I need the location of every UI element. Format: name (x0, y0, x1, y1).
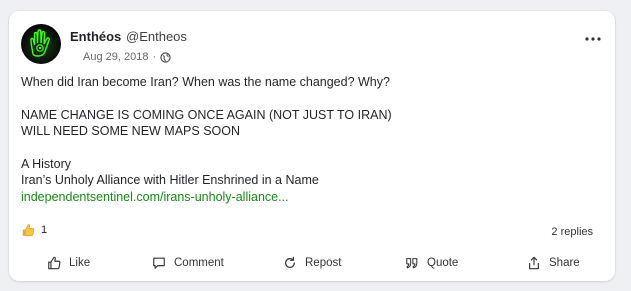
comment-label: Comment (174, 257, 224, 269)
post-date[interactable]: Aug 29, 2018 (83, 51, 148, 63)
post-body: When did Iran become Iran? When was the … (21, 74, 601, 205)
post-meta: Aug 29, 2018 · (83, 51, 171, 63)
meta-separator: · (152, 51, 157, 63)
globe-icon (160, 51, 171, 63)
avatar[interactable] (21, 24, 61, 64)
ellipsis-icon (585, 37, 601, 41)
post-link[interactable]: independentsentinel.com/irans-unholy-all… (21, 190, 289, 204)
reaction-summary[interactable]: 1 (21, 223, 47, 237)
post-text-line: WILL NEED SOME NEW MAPS SOON (21, 124, 241, 138)
comment-button[interactable]: Comment (152, 251, 224, 275)
quote-icon (406, 258, 418, 269)
post-text-line: NAME CHANGE IS COMING ONCE AGAIN (NOT JU… (21, 107, 392, 122)
post-text-line: A History (21, 156, 72, 171)
post-text-line: When did Iran become Iran? When was the … (21, 75, 390, 89)
like-label: Like (69, 257, 91, 269)
replies-count[interactable]: 2 replies (551, 226, 593, 238)
author-name[interactable]: Enthéos (70, 29, 121, 44)
share-icon (529, 256, 539, 270)
quote-label: Quote (427, 257, 459, 269)
share-button[interactable]: Share (527, 251, 580, 275)
repost-label: Repost (305, 257, 342, 269)
share-label: Share (549, 257, 580, 269)
repost-icon (285, 256, 295, 268)
author-handle[interactable]: @Entheos (126, 29, 187, 44)
action-bar: Like Comment Repost Quote Share (9, 251, 615, 275)
reaction-count: 1 (41, 224, 48, 236)
repost-button[interactable]: Repost (283, 251, 341, 275)
thumbs-up-icon (48, 256, 61, 270)
quote-button[interactable]: Quote (405, 251, 458, 275)
thumbs-up-emoji-icon (22, 224, 35, 236)
hand-logo-icon (30, 29, 50, 57)
post-card: Enthéos @Entheos Aug 29, 2018 · When did… (9, 11, 615, 281)
post-text-line: Iran’s Unholy Alliance with Hitler Enshr… (21, 173, 319, 187)
comment-icon (153, 257, 165, 269)
more-options-button[interactable] (585, 28, 601, 44)
like-button[interactable]: Like (47, 251, 90, 275)
